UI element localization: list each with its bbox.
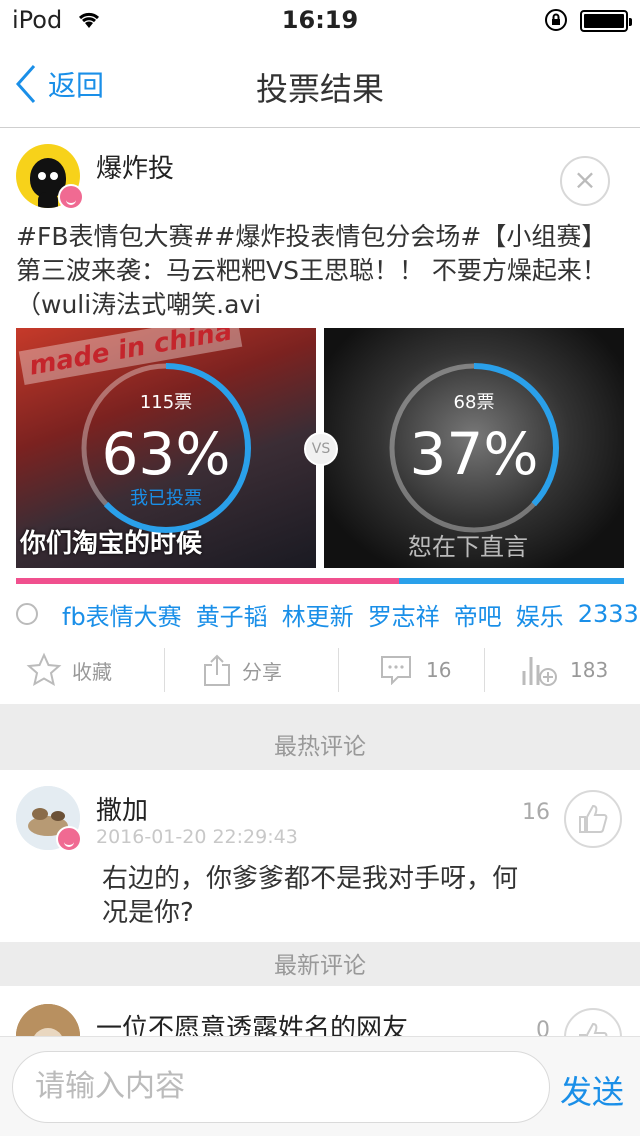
post-text: #FB表情包大赛##爆炸投表情包分会场#【小组赛】第三波来袭：马云粑粑VS王思聪… bbox=[16, 222, 607, 319]
thumbs-up-icon bbox=[579, 804, 608, 833]
voted-label: 我已投票 bbox=[130, 488, 202, 509]
send-button[interactable]: 发送 bbox=[560, 1067, 624, 1113]
like-button[interactable] bbox=[564, 790, 622, 848]
favorite-button[interactable]: 收藏 bbox=[26, 640, 112, 700]
smile-badge-icon bbox=[56, 826, 82, 852]
action-bar: 收藏 分享 16 183 bbox=[0, 640, 640, 700]
close-icon: × bbox=[573, 163, 597, 196]
share-button[interactable]: 分享 bbox=[202, 640, 282, 700]
star-icon bbox=[26, 652, 62, 687]
result-ring-right: 68票 37% bbox=[384, 358, 564, 538]
tag[interactable]: 黄子韬 bbox=[196, 597, 268, 632]
vote-percent: 37% bbox=[409, 420, 539, 488]
comment-item: 撒加 2016-01-20 22:29:43 右边的，你爹爹都不是我对手呀，何况… bbox=[0, 770, 640, 942]
favorite-label: 收藏 bbox=[72, 659, 112, 684]
nav-bar: 返回 投票结果 bbox=[0, 40, 640, 128]
new-comments-header: 最新评论 bbox=[0, 942, 640, 986]
comment-input[interactable]: 请输入内容 bbox=[12, 1051, 550, 1123]
tag[interactable]: 帝吧 bbox=[454, 597, 502, 632]
close-button[interactable]: × bbox=[560, 156, 610, 206]
vote-count-total: 183 bbox=[570, 658, 609, 682]
votes-button[interactable]: 183 bbox=[520, 640, 608, 700]
vote-split-bar bbox=[16, 578, 624, 584]
status-bar: iPod 16:19 bbox=[0, 0, 640, 40]
commenter-name[interactable]: 撒加 bbox=[96, 790, 148, 827]
comment-count: 16 bbox=[426, 658, 452, 682]
tag[interactable]: 2333 bbox=[578, 600, 639, 628]
tag[interactable]: 林更新 bbox=[282, 597, 354, 632]
tag-list: fb表情大赛 黄子韬 林更新 罗志祥 帝吧 娱乐 2333 bbox=[16, 594, 640, 634]
comment-input-bar: 请输入内容 发送 bbox=[0, 1036, 640, 1136]
tag[interactable]: 罗志祥 bbox=[368, 597, 440, 632]
vote-option-right[interactable]: 恕在下直言 68票 37% bbox=[324, 328, 624, 568]
tag-icon bbox=[16, 603, 38, 625]
vs-badge: VS bbox=[304, 432, 338, 466]
comment-text: 右边的，你爹爹都不是我对手呀，何况是你? bbox=[102, 864, 519, 928]
vote-count: 115票 bbox=[139, 392, 193, 413]
vote-bar-right bbox=[399, 578, 624, 584]
result-ring-left: 115票 63% 我已投票 bbox=[76, 358, 256, 538]
vote-stats-icon bbox=[522, 657, 557, 686]
share-label: 分享 bbox=[242, 659, 282, 684]
hot-comments-header: 最热评论 bbox=[0, 704, 640, 770]
smile-badge-icon bbox=[58, 184, 84, 210]
comments-button[interactable]: 16 bbox=[380, 640, 451, 700]
tag[interactable]: 娱乐 bbox=[516, 597, 564, 632]
vote-count: 68票 bbox=[453, 392, 495, 413]
page-title: 投票结果 bbox=[255, 70, 384, 108]
vote-percent: 63% bbox=[101, 420, 231, 488]
author-name[interactable]: 爆炸投 bbox=[96, 148, 174, 185]
battery-icon bbox=[580, 10, 632, 32]
vote-bar-left bbox=[16, 578, 400, 584]
like-count: 16 bbox=[522, 800, 550, 825]
vote-option-left[interactable]: made in china 你们淘宝的时候 115票 63% 我已投票 bbox=[16, 328, 316, 568]
tag[interactable]: fb表情大赛 bbox=[62, 597, 182, 632]
comment-icon bbox=[381, 656, 411, 685]
comment-time: 2016-01-20 22:29:43 bbox=[96, 826, 298, 848]
vote-panel: made in china 你们淘宝的时候 115票 63% 我已投票 恕在下直… bbox=[16, 328, 624, 568]
rotation-lock-icon bbox=[544, 8, 568, 38]
share-icon bbox=[204, 654, 230, 686]
